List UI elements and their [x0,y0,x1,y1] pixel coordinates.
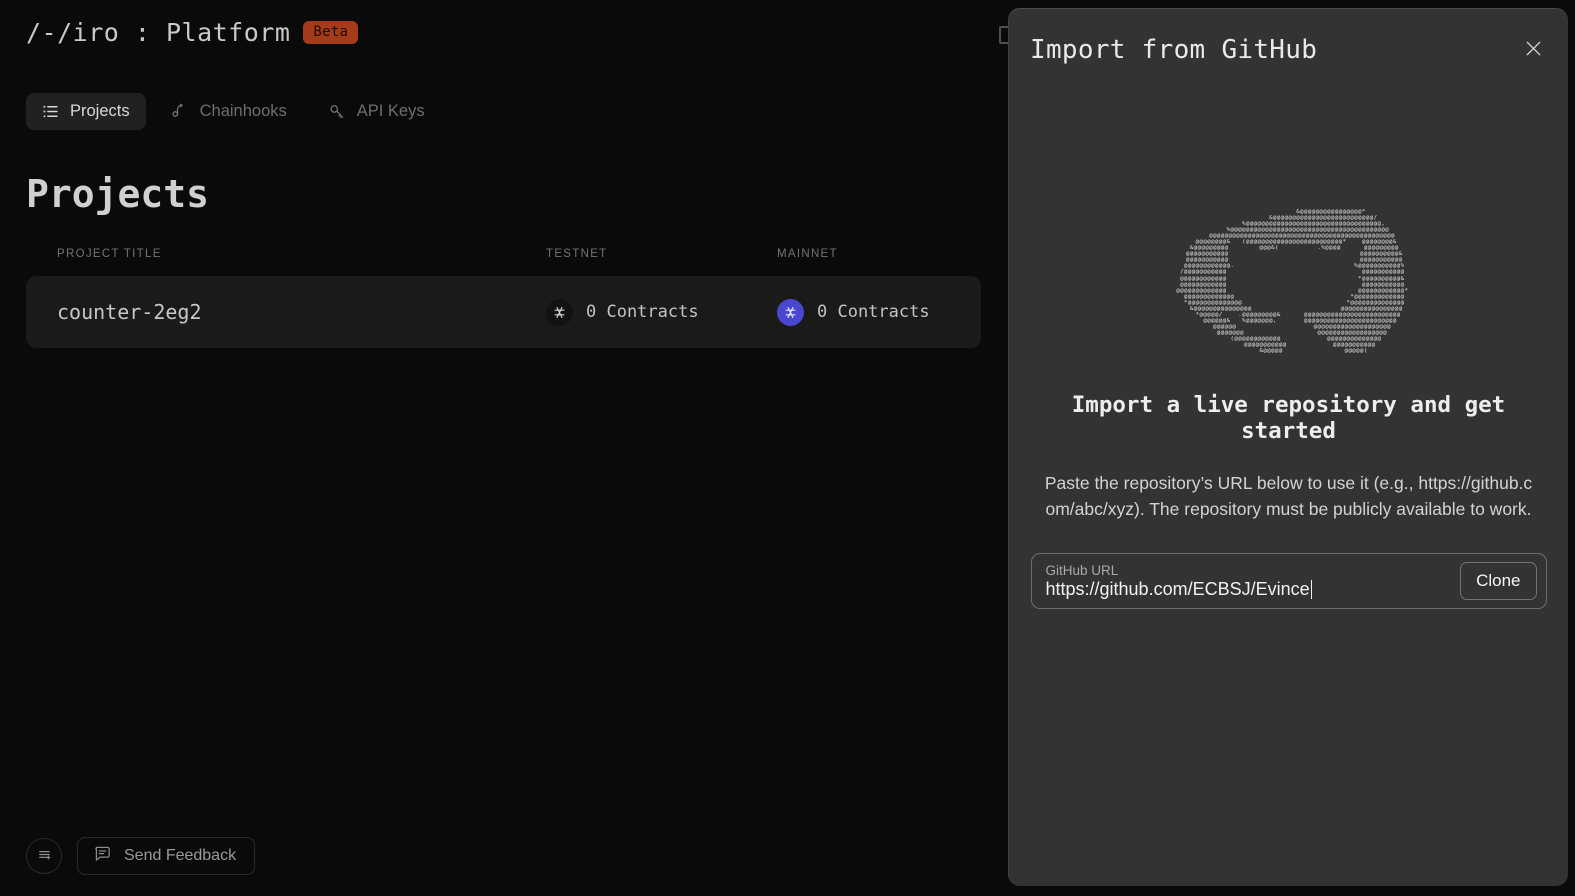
menu-toggle-button[interactable] [26,838,62,874]
tab-projects[interactable]: Projects [26,93,146,130]
page-title: Projects [26,172,210,216]
send-feedback-label: Send Feedback [124,847,237,864]
mainnet-cell: 0 Contracts [777,298,930,326]
clone-button[interactable]: Clone [1460,562,1537,601]
testnet-cell: 0 Contracts [546,298,777,326]
github-octocat-ascii-art: &@@@@@@@@@@@@@@@@* &@@@@@@@@@@@@@@@@@@@@… [1176,209,1409,355]
close-modal-button[interactable] [1518,35,1548,65]
close-icon [1523,38,1544,62]
app-root: /-/iro : Platform Beta Projects Chainhoo… [0,0,1575,896]
send-feedback-button[interactable]: Send Feedback [77,837,256,875]
column-header-mainnet: MAINNET [777,248,838,260]
table-row[interactable]: counter-2eg2 0 Contracts 0 Contracts [26,276,981,348]
brand-title: /-/iro : Platform [26,18,291,47]
project-title-cell: counter-2eg2 [57,300,202,324]
lines-plus-icon [36,846,53,866]
tab-chainhooks[interactable]: Chainhooks [156,93,303,130]
table-header-row: PROJECT TITLE TESTNET MAINNET [26,248,981,276]
testnet-contract-count: 0 Contracts [586,302,699,322]
tab-api-keys-label: API Keys [356,102,425,120]
list-icon [42,103,59,120]
footer-actions: Send Feedback [26,837,256,875]
github-url-label: GitHub URL [1045,562,1119,578]
hook-icon [172,103,189,120]
projects-table: PROJECT TITLE TESTNET MAINNET counter-2e… [26,248,981,348]
tab-chainhooks-label: Chainhooks [199,102,287,120]
key-icon [329,103,346,120]
main-content: /-/iro : Platform Beta Projects Chainhoo… [0,0,1015,896]
tab-api-keys[interactable]: API Keys [313,93,441,130]
github-url-input[interactable]: https://github.com/ECBSJ/Evince [1046,579,1461,600]
speech-bubble-icon [93,844,112,868]
github-url-input-wrap: GitHub URL https://github.com/ECBSJ/Evin… [1046,563,1461,600]
github-url-value: https://github.com/ECBSJ/Evince [1045,578,1310,599]
modal-description: Paste the repository’s URL below to use … [1044,473,1533,520]
nav-tabs: Projects Chainhooks API Keys [26,93,441,130]
brand: /-/iro : Platform Beta [26,18,359,47]
beta-badge: Beta [303,21,359,44]
stacks-mainnet-icon [777,298,804,326]
modal-title: Import from GitHub [1030,35,1318,65]
stacks-testnet-icon [546,298,573,326]
column-header-project-title: PROJECT TITLE [57,248,162,260]
column-header-testnet: TESTNET [546,248,608,260]
mainnet-contract-count: 0 Contracts [817,302,930,322]
github-url-field[interactable]: GitHub URL https://github.com/ECBSJ/Evin… [1030,553,1547,610]
import-from-github-modal: Import from GitHub &@@@@@@@@@@@@@@@@* &@… [1008,8,1568,886]
ascii-art-container: &@@@@@@@@@@@@@@@@* &@@@@@@@@@@@@@@@@@@@@… [1009,209,1568,354]
modal-header: Import from GitHub [1009,9,1568,89]
text-caret [1310,579,1313,599]
tab-projects-label: Projects [70,102,130,120]
modal-heading: Import a live repository and get started [1071,392,1506,445]
